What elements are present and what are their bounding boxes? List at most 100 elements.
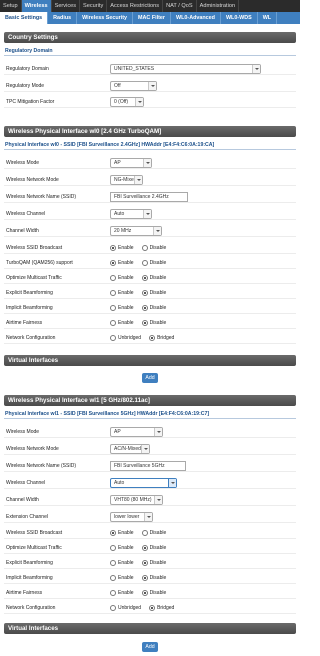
nav-tab-administration[interactable]: Administration (197, 0, 240, 12)
regulatory-mode-select[interactable]: Off (110, 81, 157, 91)
radio-option-a[interactable] (110, 335, 116, 341)
wl1-network-mode-select[interactable]: AC/N-Mixed (110, 444, 150, 454)
radio-option-a[interactable] (110, 530, 116, 536)
field-label: Wireless Channel (6, 480, 46, 486)
nav-tab-access-restrictions[interactable]: Access Restrictions (107, 0, 164, 12)
add-virtual-interface-button[interactable]: Add (142, 642, 158, 652)
radio-label: Disable (149, 290, 167, 296)
field-label: Wireless Network Name (SSID) (6, 194, 77, 200)
radio-group: Unbridged Bridged (110, 603, 180, 613)
nav-tab-nat-qos[interactable]: NAT / QoS (163, 0, 197, 12)
section-country-settings: Country Settings (4, 32, 296, 43)
row-wl0-radio: Optimize Multicast Traffic Enable Disable (4, 272, 296, 284)
row-wl0-radio: Network Configuration Unbridged Bridged (4, 332, 296, 344)
radio-group: Enable Disable (110, 303, 172, 313)
field-label: Wireless Mode (6, 429, 40, 435)
row-wl1-radio: Network Configuration Unbridged Bridged (4, 602, 296, 614)
radio-option-a[interactable] (110, 260, 116, 266)
radio-option-a[interactable] (110, 320, 116, 326)
radio-option-b[interactable] (141, 290, 148, 296)
radio-option-a[interactable] (110, 560, 116, 566)
nav-tab-setup[interactable]: Setup (0, 0, 22, 12)
field-label: Network Configuration (6, 335, 56, 341)
wl0-channel-select[interactable]: Auto (110, 209, 152, 219)
radio-label: Disable (149, 275, 167, 281)
add-virtual-interface-button[interactable]: Add (142, 373, 158, 383)
subtab-wl0-advanced[interactable]: WL0-Advanced (171, 12, 221, 24)
wl1-channel-width-select[interactable]: VHT80 (80 MHz) (110, 495, 163, 505)
radio-option-b[interactable] (141, 575, 148, 581)
field-label: Network Configuration (6, 605, 56, 611)
nav-tab-wireless[interactable]: Wireless (21, 0, 52, 12)
wl1-channel-select[interactable]: Auto (110, 478, 177, 488)
divider (4, 149, 296, 150)
field-label: Channel Width (6, 497, 39, 503)
subtab-basic-settings[interactable]: Basic Settings (0, 12, 49, 24)
radio-option-a[interactable] (110, 575, 116, 581)
main-nav: Setup Wireless Services Security Access … (0, 0, 300, 12)
radio-option-b[interactable] (141, 245, 148, 251)
radio-option-b[interactable] (141, 545, 148, 551)
radio-option-a[interactable] (110, 305, 116, 311)
wl0-network-mode-select[interactable]: NG-Mixed (110, 175, 143, 185)
radio-label: Bridged (157, 335, 175, 341)
subtab-mac-filter[interactable]: MAC Filter (133, 12, 172, 24)
row-wl0-network-mode: Wireless Network Mode NG-Mixed (4, 174, 296, 186)
field-label: Wireless Network Name (SSID) (6, 463, 77, 469)
radio-option-b[interactable] (141, 530, 148, 536)
nav-tab-security[interactable]: Security (80, 0, 108, 12)
radio-group: Enable Disable (110, 288, 172, 298)
radio-option-b[interactable] (141, 320, 148, 326)
radio-option-b[interactable] (149, 335, 156, 341)
radio-option-a[interactable] (110, 290, 116, 296)
tpc-mitigation-select[interactable]: 0 (Off) (110, 97, 144, 107)
field-label: Optimize Multicast Traffic (6, 545, 62, 551)
field-label: Implicit Beamforming (6, 575, 53, 581)
radio-option-a[interactable] (110, 275, 116, 281)
radio-label: Disable (149, 560, 167, 566)
radio-group: Unbridged Bridged (110, 333, 180, 343)
radio-label: Unbridged (118, 335, 142, 341)
wl1-wireless-mode-select[interactable]: AP (110, 427, 163, 437)
radio-option-b[interactable] (141, 305, 148, 311)
radio-option-a[interactable] (110, 605, 116, 611)
radio-label: Enable (118, 545, 134, 551)
radio-option-b[interactable] (141, 560, 148, 566)
radio-option-b[interactable] (149, 605, 156, 611)
wl1-legend: Physical Interface wl1 - SSID [FBI Surve… (5, 411, 210, 417)
wl0-channel-width-select[interactable]: 20 MHz (110, 226, 162, 236)
field-label: Wireless Network Mode (6, 446, 59, 452)
row-wl0-radio: Wireless SSID Broadcast Enable Disable (4, 242, 296, 254)
chevron-down-icon (168, 479, 176, 487)
field-label: Wireless SSID Broadcast (6, 245, 63, 251)
subtab-wl0-wds[interactable]: WL0-WDS (221, 12, 258, 24)
subtab-wl-more[interactable]: WL (258, 12, 278, 24)
radio-option-a[interactable] (110, 590, 116, 596)
subtab-radius[interactable]: Radius (48, 12, 78, 24)
chevron-down-icon (154, 428, 162, 436)
subtab-wireless-security[interactable]: Wireless Security (77, 12, 134, 24)
wl0-wireless-mode-select[interactable]: AP (110, 158, 152, 168)
field-label: Regulatory Mode (6, 83, 45, 89)
field-label: TPC Mitigation Factor (6, 99, 55, 105)
regulatory-domain-select[interactable]: UNITED_STATES (110, 64, 261, 74)
chevron-down-icon (154, 496, 162, 504)
wl1-extension-channel-select[interactable]: lower lower (110, 512, 153, 522)
regulatory-domain-legend: Regulatory Domain (5, 48, 53, 54)
row-wl1-network-mode: Wireless Network Mode AC/N-Mixed (4, 443, 296, 455)
nav-tab-services[interactable]: Services (52, 0, 81, 12)
field-label: Wireless Mode (6, 160, 40, 166)
field-label: TurboQAM (QAM256) support (6, 260, 73, 266)
wl1-ssid-input[interactable]: FBI Surveillance 5GHz (110, 461, 186, 471)
radio-option-b[interactable] (141, 275, 148, 281)
radio-option-b[interactable] (141, 260, 148, 266)
radio-option-b[interactable] (141, 590, 148, 596)
radio-group: Enable Disable (110, 558, 172, 568)
radio-group: Enable Disable (110, 588, 172, 598)
radio-label: Enable (118, 575, 134, 581)
radio-option-a[interactable] (110, 245, 116, 251)
wl0-ssid-input[interactable]: FBI Surveillance 2.4GHz (110, 192, 188, 202)
section-wl0: Wireless Physical Interface wl0 [2.4 GHz… (4, 126, 296, 137)
radio-option-a[interactable] (110, 545, 116, 551)
radio-group: Enable Disable (110, 273, 172, 283)
